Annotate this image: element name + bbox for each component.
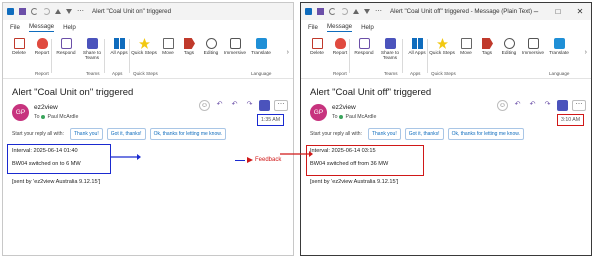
annotation-arrows (110, 151, 313, 160)
left-arrow-head (137, 154, 141, 160)
center-arrow-head (309, 151, 313, 157)
